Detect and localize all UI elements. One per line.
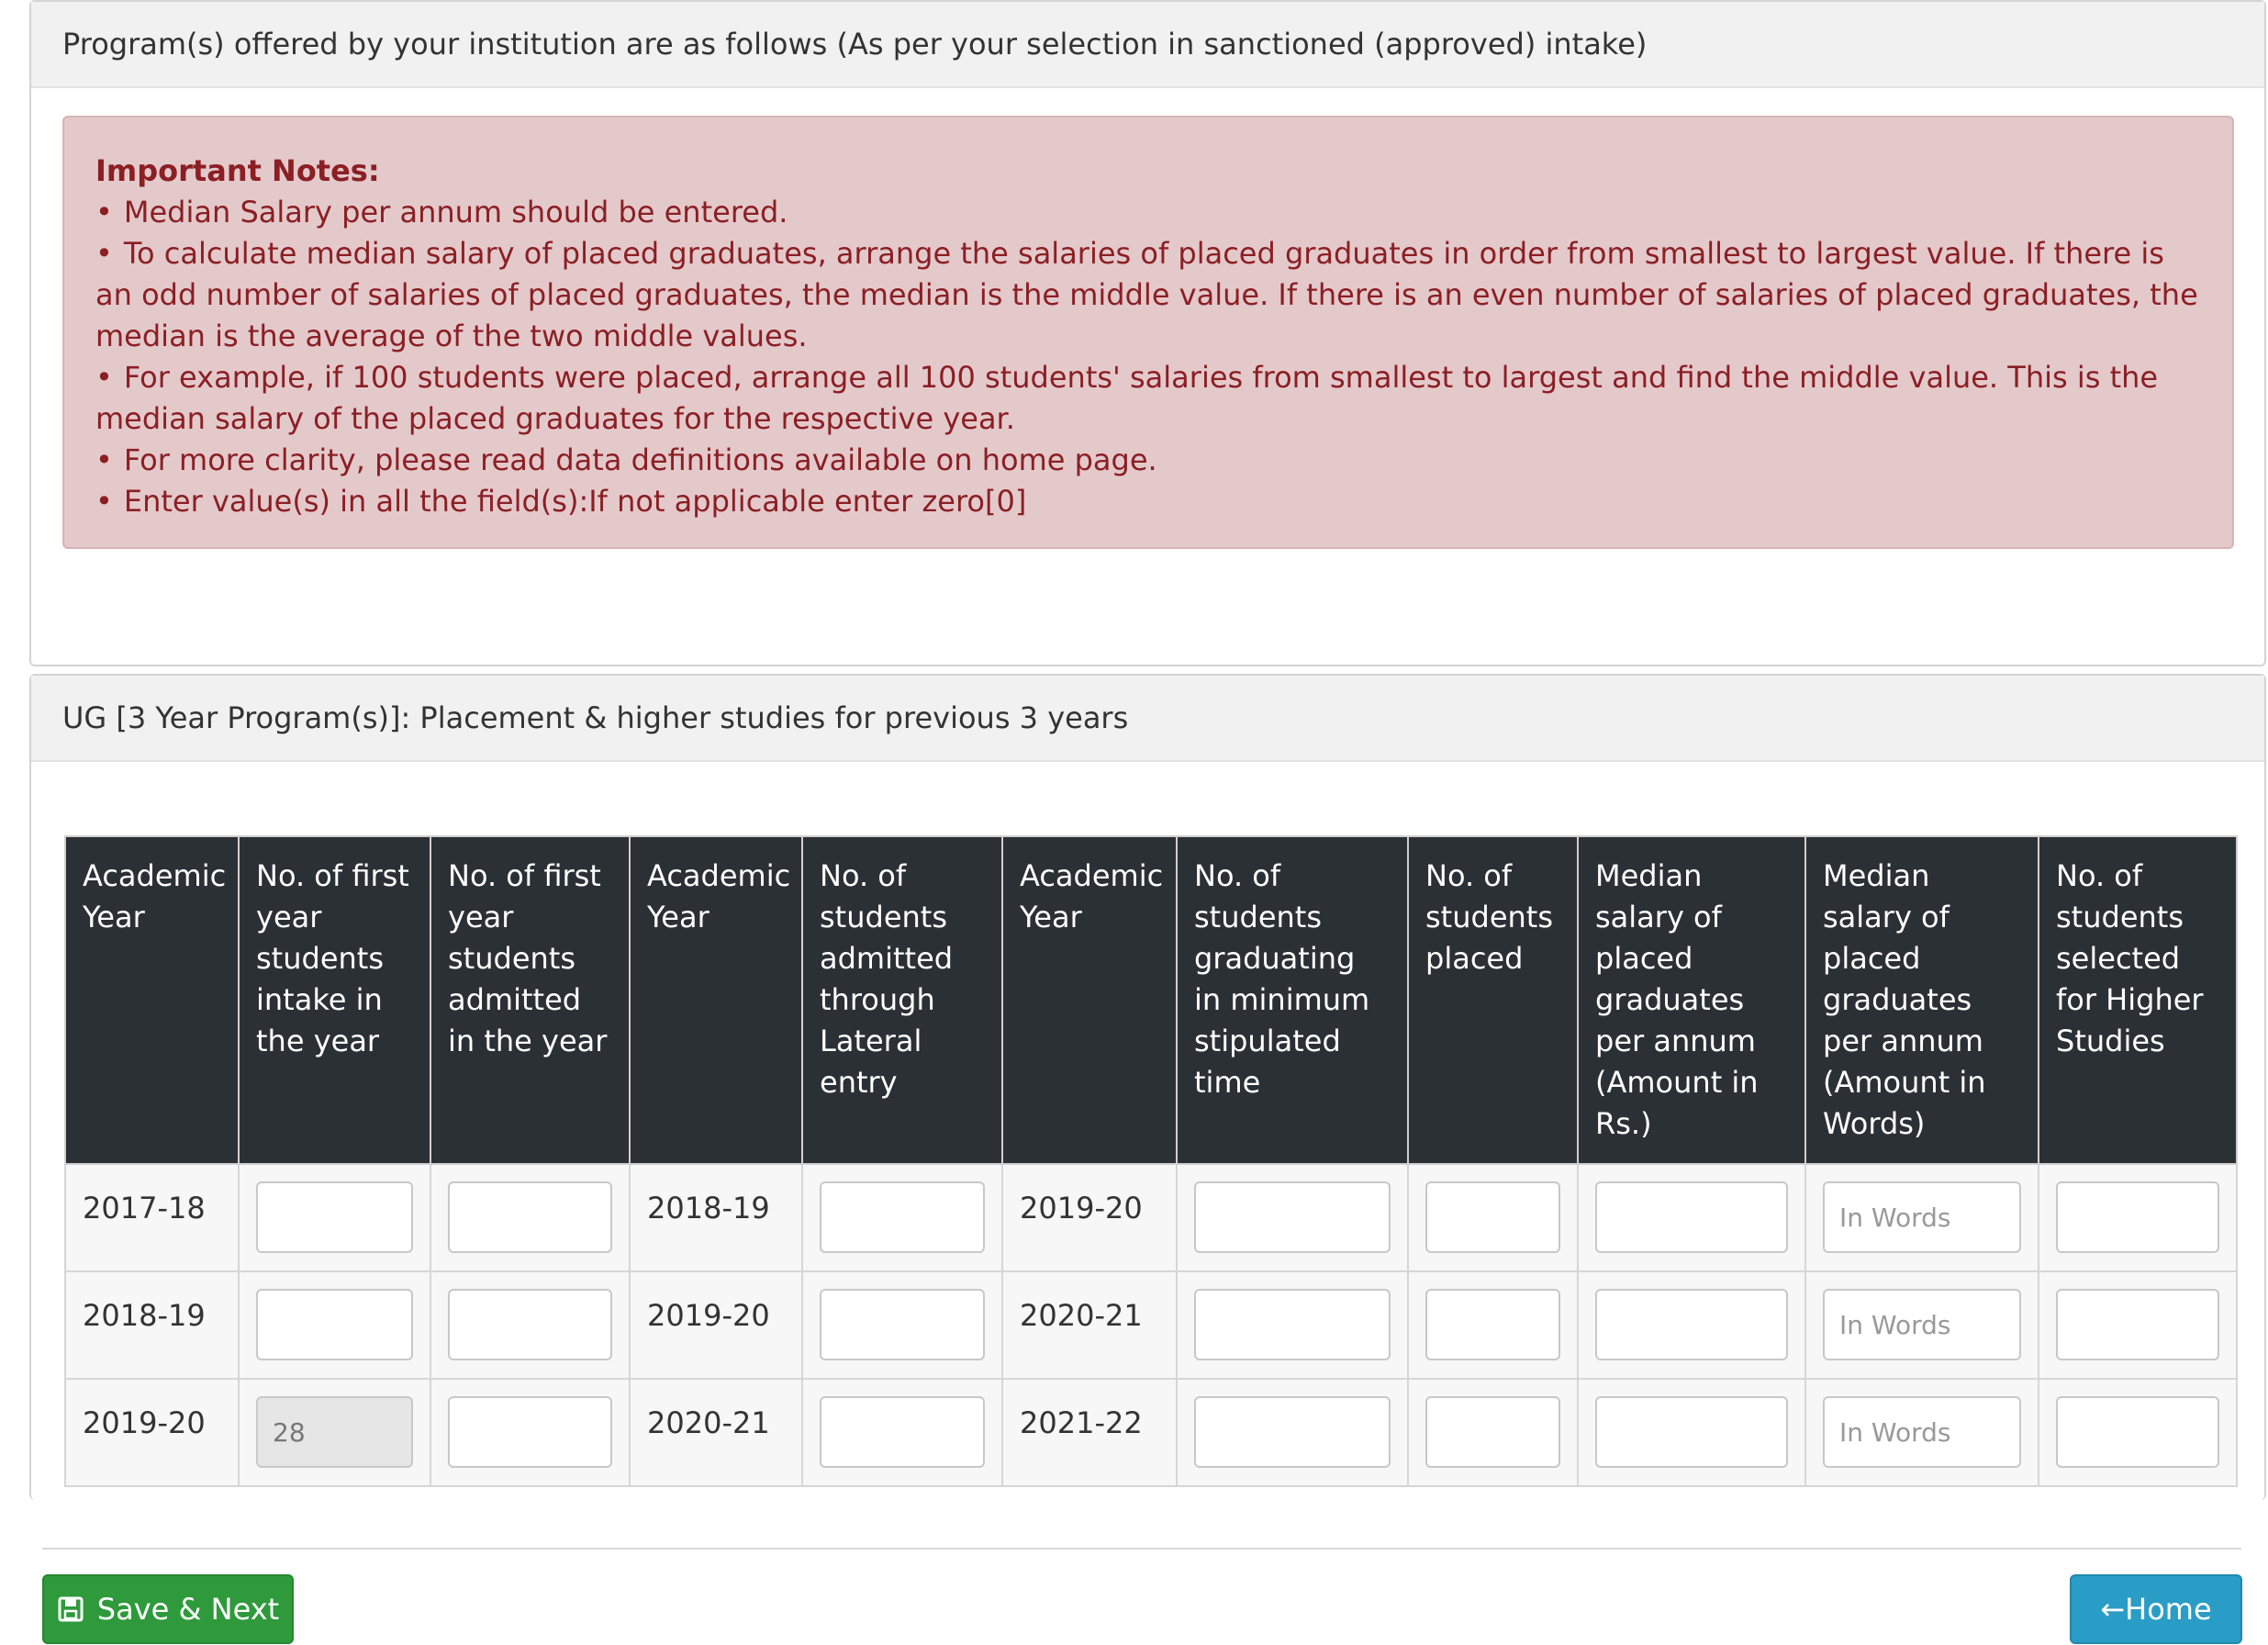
- academic-year-cell: 2019-20: [629, 1270, 803, 1380]
- programs-panel: Program(s) offered by your institution a…: [29, 0, 2266, 666]
- col-header-lateral-entry: No. of students admitted through Lateral…: [801, 835, 1003, 1165]
- graduating-input[interactable]: [1194, 1396, 1391, 1468]
- note-item: To calculate median salary of placed gra…: [95, 233, 2201, 357]
- placed-input[interactable]: [1425, 1396, 1560, 1468]
- first-year-admitted-input[interactable]: [448, 1181, 612, 1253]
- table-row: 2019-20 2020-21 2021-22: [64, 1378, 2238, 1487]
- lateral-entry-input[interactable]: [820, 1289, 985, 1360]
- higher-studies-input[interactable]: [2056, 1289, 2219, 1360]
- col-header-median-salary-words: Median salary of placed graduates per an…: [1804, 835, 2039, 1165]
- graduating-input[interactable]: [1194, 1289, 1391, 1360]
- note-item: For more clarity, please read data defin…: [95, 440, 2201, 481]
- lateral-entry-input[interactable]: [820, 1181, 985, 1253]
- academic-year-cell: 2021-22: [1001, 1378, 1178, 1487]
- table-row: 2018-19 2019-20 2020-21: [64, 1270, 2238, 1380]
- higher-studies-input[interactable]: [2056, 1396, 2219, 1468]
- placement-table: Academic Year No. of first year students…: [64, 835, 2238, 1487]
- save-next-label: Save & Next: [96, 1592, 280, 1627]
- academic-year-cell: 2018-19: [64, 1270, 240, 1380]
- important-notes-title: Important Notes:: [95, 153, 380, 188]
- academic-year-cell: 2019-20: [1001, 1163, 1178, 1272]
- note-item: Median Salary per annum should be entere…: [95, 192, 2201, 233]
- home-label: ←Home: [2100, 1592, 2212, 1627]
- col-header-median-salary-rs: Median salary of placed graduates per an…: [1577, 835, 1806, 1165]
- academic-year-cell: 2017-18: [64, 1163, 240, 1272]
- academic-year-cell: 2018-19: [629, 1163, 803, 1272]
- median-salary-rs-input[interactable]: [1595, 1396, 1788, 1468]
- ug-panel-heading: UG [3 Year Program(s)]: Placement & high…: [31, 676, 2264, 762]
- col-header-first-year-admitted: No. of first year students admitted in t…: [430, 835, 631, 1165]
- col-header-graduating: No. of students graduating in minimum st…: [1176, 835, 1409, 1165]
- first-year-intake-input[interactable]: [256, 1181, 413, 1253]
- home-button[interactable]: ←Home: [2070, 1574, 2242, 1644]
- table-header-row: Academic Year No. of first year students…: [64, 835, 2238, 1165]
- note-item: For example, if 100 students were placed…: [95, 357, 2201, 440]
- median-salary-rs-input[interactable]: [1595, 1289, 1788, 1360]
- programs-panel-heading: Program(s) offered by your institution a…: [31, 2, 2264, 88]
- median-salary-words-input[interactable]: [1823, 1396, 2021, 1468]
- first-year-intake-input[interactable]: [256, 1289, 413, 1360]
- median-salary-words-input[interactable]: [1823, 1181, 2021, 1253]
- higher-studies-input[interactable]: [2056, 1181, 2219, 1253]
- median-salary-words-input[interactable]: [1823, 1289, 2021, 1360]
- median-salary-rs-input[interactable]: [1595, 1181, 1788, 1253]
- first-year-admitted-input[interactable]: [448, 1289, 612, 1360]
- floppy-disk-icon: [58, 1596, 84, 1622]
- graduating-input[interactable]: [1194, 1181, 1391, 1253]
- col-header-higher-studies: No. of students selected for Higher Stud…: [2038, 835, 2238, 1165]
- col-header-academic-year-1: Academic Year: [64, 835, 240, 1165]
- notes-list: Median Salary per annum should be entere…: [95, 192, 2201, 522]
- ug-placement-panel: UG [3 Year Program(s)]: Placement & high…: [29, 674, 2266, 1500]
- save-next-button[interactable]: Save & Next: [42, 1574, 294, 1644]
- table-row: 2017-18 2018-19 2019-20: [64, 1163, 2238, 1272]
- col-header-placed: No. of students placed: [1407, 835, 1579, 1165]
- col-header-academic-year-2: Academic Year: [629, 835, 803, 1165]
- footer-divider: [42, 1548, 2241, 1550]
- col-header-first-year-intake: No. of first year students intake in the…: [238, 835, 431, 1165]
- lateral-entry-input[interactable]: [820, 1396, 985, 1468]
- first-year-admitted-input[interactable]: [448, 1396, 612, 1468]
- academic-year-cell: 2019-20: [64, 1378, 240, 1487]
- first-year-intake-input[interactable]: [256, 1396, 413, 1468]
- col-header-academic-year-3: Academic Year: [1001, 835, 1178, 1165]
- note-item: Enter value(s) in all the field(s):If no…: [95, 481, 2201, 522]
- placed-input[interactable]: [1425, 1181, 1560, 1253]
- placed-input[interactable]: [1425, 1289, 1560, 1360]
- important-notes-alert: Important Notes: Median Salary per annum…: [62, 116, 2234, 549]
- academic-year-cell: 2020-21: [1001, 1270, 1178, 1380]
- academic-year-cell: 2020-21: [629, 1378, 803, 1487]
